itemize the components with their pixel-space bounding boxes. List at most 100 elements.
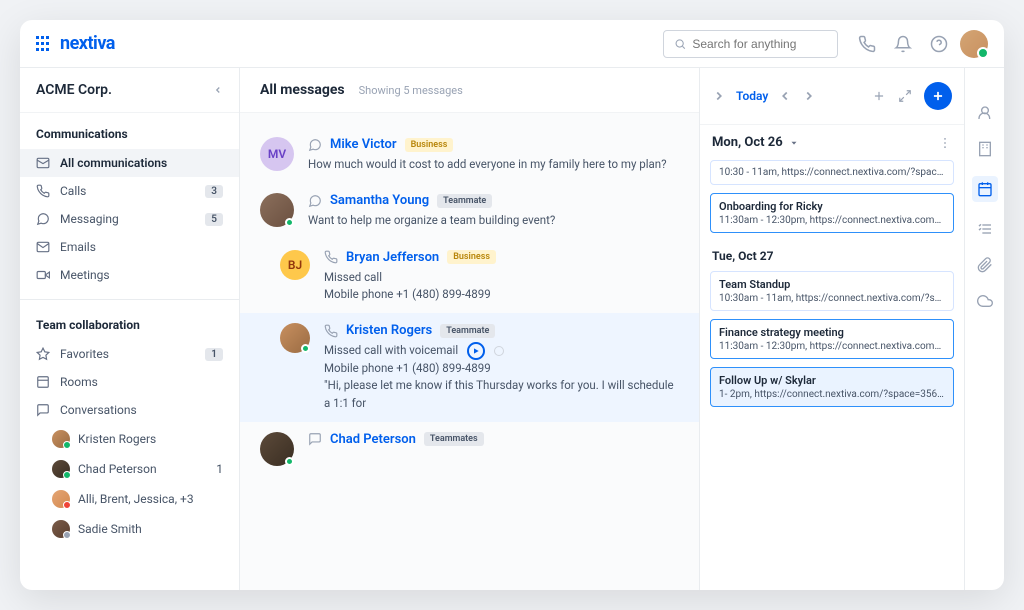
chevron-left-icon[interactable] <box>778 89 792 103</box>
cloud-icon[interactable] <box>976 292 994 310</box>
event-title: Finance strategy meeting <box>719 326 945 339</box>
message-text: Missed call with voicemail <box>324 342 679 360</box>
section-title-comm: Communications <box>20 113 239 149</box>
center-title: All messages <box>260 82 345 98</box>
nav-label: Rooms <box>60 375 98 389</box>
calendar-date-row: Mon, Oct 26 <box>700 125 964 160</box>
chevron-right-icon[interactable] <box>712 89 726 103</box>
conversation-item[interactable]: Kristen Rogers <box>20 424 239 454</box>
calendar-icon[interactable] <box>972 176 998 202</box>
chat-icon <box>308 432 322 446</box>
attachment-icon[interactable] <box>976 256 994 274</box>
nav-all-communications[interactable]: All communications <box>20 149 239 177</box>
global-search[interactable] <box>663 30 838 58</box>
nav-label: All communications <box>60 156 167 170</box>
event-detail: 11:30am - 12:30pm, https://connect.nexti… <box>719 215 945 226</box>
event-detail: 11:30am - 12:30pm, https://connect.nexti… <box>719 341 945 352</box>
conversation-label: Sadie Smith <box>78 522 142 536</box>
calendar-header: Today <box>700 68 964 125</box>
nav-label: Calls <box>60 184 86 198</box>
calendar-event[interactable]: Team Standup 10:30am - 11am, https://con… <box>710 271 954 311</box>
sidebar-left: ACME Corp. Communications All communicat… <box>20 68 240 590</box>
phone-icon[interactable] <box>858 35 876 53</box>
message-item[interactable]: BJ Bryan Jefferson Business Missed call … <box>240 240 699 314</box>
calendar-event[interactable]: Finance strategy meeting 11:30am - 12:30… <box>710 319 954 359</box>
plus-icon[interactable] <box>872 89 886 103</box>
conversation-item[interactable]: Alli, Brent, Jessica, +3 <box>20 484 239 514</box>
calendar-panel: Today Mon, Oct 26 10:30 - 11am, http <box>699 68 964 590</box>
message-text: Want to help me organize a team building… <box>308 212 679 229</box>
top-icon-group <box>858 35 948 53</box>
calendar-event[interactable]: Onboarding for Ricky 11:30am - 12:30pm, … <box>710 193 954 233</box>
nav-meetings[interactable]: Meetings <box>20 261 239 289</box>
center-subtitle: Showing 5 messages <box>359 84 463 97</box>
building-icon[interactable] <box>976 140 994 158</box>
voicemail-indicator <box>494 346 504 356</box>
message-text: Missed call <box>324 269 679 286</box>
nav-messaging[interactable]: Messaging 5 <box>20 205 239 233</box>
help-icon[interactable] <box>930 35 948 53</box>
add-event-button[interactable] <box>924 82 952 110</box>
profile-icon[interactable] <box>976 104 994 122</box>
phone-icon <box>36 184 50 198</box>
tag-teammate: Teammate <box>437 194 492 208</box>
video-icon <box>36 268 50 282</box>
conversation-item[interactable]: Sadie Smith <box>20 514 239 544</box>
icon-rail <box>964 68 1004 590</box>
event-detail: 10:30am - 11am, https://connect.nextiva.… <box>719 293 945 304</box>
avatar <box>52 460 70 478</box>
tag-business: Business <box>405 138 454 152</box>
nav-conversations[interactable]: Conversations <box>20 396 239 424</box>
tasks-icon[interactable] <box>976 220 994 238</box>
nav-calls[interactable]: Calls 3 <box>20 177 239 205</box>
expand-icon[interactable] <box>898 89 912 103</box>
workspace-header[interactable]: ACME Corp. <box>20 68 239 113</box>
calendar-event[interactable]: 10:30 - 11am, https://connect.nextiva.co… <box>710 160 954 185</box>
bell-icon[interactable] <box>894 35 912 53</box>
nav-label: Emails <box>60 240 96 254</box>
avatar <box>52 520 70 538</box>
mail-icon <box>36 156 50 170</box>
calendar-event-selected[interactable]: Follow Up w/ Skylar 1- 2pm, https://conn… <box>710 367 954 407</box>
room-icon <box>36 375 50 389</box>
phone-icon <box>324 250 338 264</box>
message-sender: Kristen Rogers <box>346 323 432 338</box>
search-input[interactable] <box>692 37 827 51</box>
nav-emails[interactable]: Emails <box>20 233 239 261</box>
chevron-right-icon[interactable] <box>802 89 816 103</box>
calendar-day-label: Tue, Oct 27 <box>710 241 954 271</box>
calendar-scroll[interactable]: 10:30 - 11am, https://connect.nextiva.co… <box>700 160 964 590</box>
conversation-label: Kristen Rogers <box>78 432 156 446</box>
conversation-item[interactable]: Chad Peterson 1 <box>20 454 239 484</box>
avatar <box>52 490 70 508</box>
chat-icon <box>36 212 50 226</box>
nav-label: Meetings <box>60 268 110 282</box>
message-item[interactable]: Samantha Young Teammate Want to help me … <box>240 183 699 239</box>
calendar-date[interactable]: Mon, Oct 26 <box>712 135 783 150</box>
chevron-left-icon[interactable] <box>213 85 223 95</box>
user-avatar[interactable] <box>960 30 988 58</box>
message-item[interactable]: Chad Peterson Teammates <box>240 422 699 476</box>
section-title-collab: Team collaboration <box>20 304 239 340</box>
nav-label: Messaging <box>60 212 119 226</box>
message-sender: Chad Peterson <box>330 432 416 447</box>
event-title: Onboarding for Ricky <box>719 200 945 213</box>
message-item[interactable]: MV Mike Victor Business How much would i… <box>240 127 699 183</box>
nav-badge: 1 <box>205 348 223 361</box>
chevron-down-icon[interactable] <box>789 138 799 148</box>
today-button[interactable]: Today <box>736 89 768 103</box>
conversation-label: Alli, Brent, Jessica, +3 <box>78 492 194 506</box>
nav-label: Conversations <box>60 403 137 417</box>
avatar <box>260 432 294 466</box>
message-text: Mobile phone +1 (480) 899-4899 <box>324 286 679 303</box>
more-icon[interactable] <box>938 136 952 150</box>
chat-icon <box>308 194 322 208</box>
message-sender: Bryan Jefferson <box>346 250 439 265</box>
nav-rooms[interactable]: Rooms <box>20 368 239 396</box>
nav-favorites[interactable]: Favorites 1 <box>20 340 239 368</box>
conversation-badge: 1 <box>216 462 223 476</box>
nav-badge: 3 <box>205 185 223 198</box>
play-voicemail-button[interactable] <box>467 342 485 360</box>
apps-grid-icon[interactable] <box>36 36 52 52</box>
message-item-selected[interactable]: Kristen Rogers Teammate Missed call with… <box>240 313 699 422</box>
